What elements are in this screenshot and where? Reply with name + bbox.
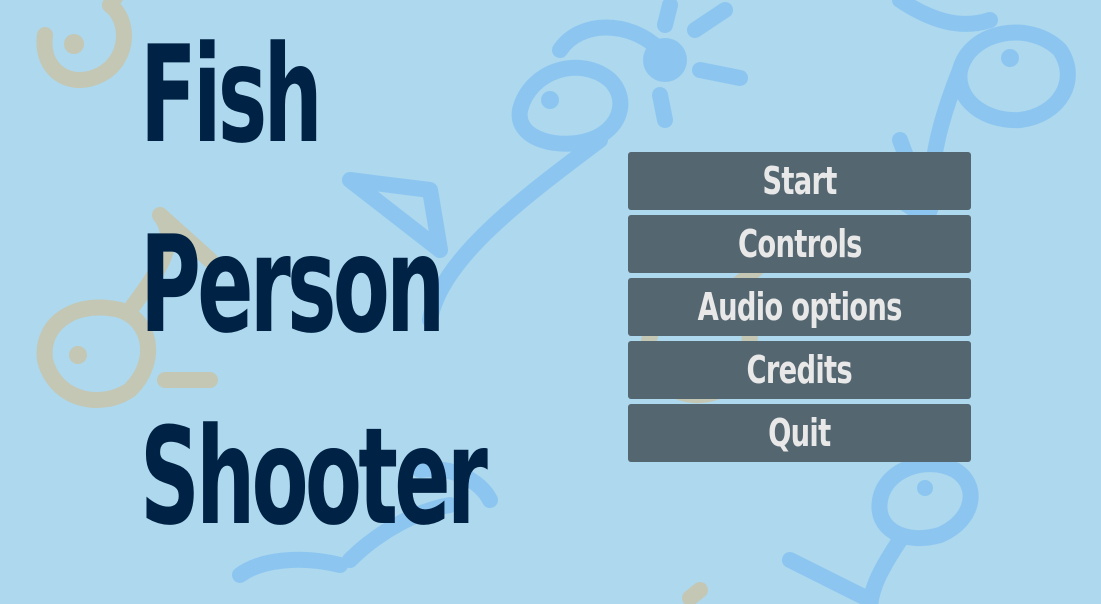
start-button-label: Start bbox=[762, 159, 837, 203]
controls-button-label: Controls bbox=[737, 222, 862, 266]
credits-button-label: Credits bbox=[746, 348, 853, 392]
credits-button[interactable]: Credits bbox=[628, 341, 971, 399]
fish-doodle-icon bbox=[782, 456, 979, 604]
start-button[interactable]: Start bbox=[628, 152, 971, 210]
game-title-line-1: Fish bbox=[140, 17, 323, 173]
game-title-line-3: Shooter bbox=[140, 399, 488, 555]
controls-button[interactable]: Controls bbox=[628, 215, 971, 273]
main-menu: Start Controls Audio options Credits Qui… bbox=[628, 152, 971, 467]
audio-options-button[interactable]: Audio options bbox=[628, 278, 971, 336]
main-menu-screen: Fish Person Shooter Start Controls Audio… bbox=[0, 0, 1101, 604]
quit-button[interactable]: Quit bbox=[628, 404, 971, 462]
audio-options-button-label: Audio options bbox=[697, 285, 903, 329]
fish-doodle-icon bbox=[36, 0, 132, 88]
quit-button-label: Quit bbox=[768, 411, 831, 455]
game-title-line-2: Person bbox=[140, 207, 445, 363]
